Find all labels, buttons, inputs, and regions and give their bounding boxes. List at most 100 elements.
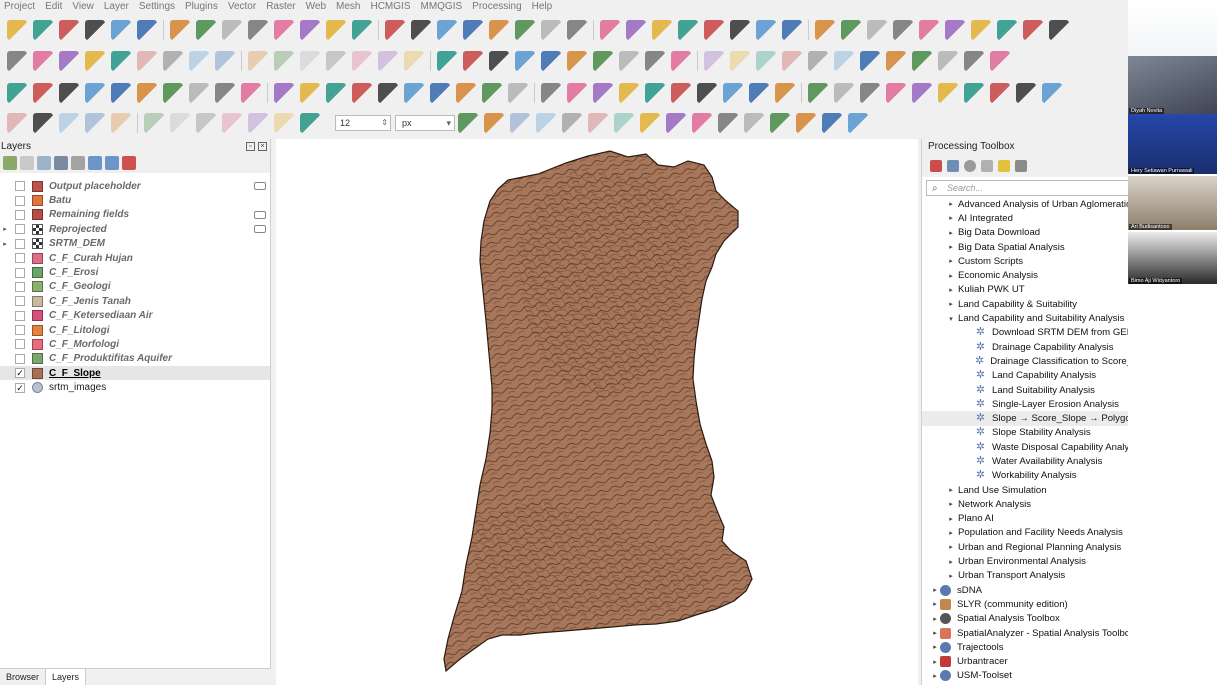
memory-layer-indicator-icon[interactable]	[254, 225, 266, 234]
tb1-tool-icon-28[interactable]	[730, 20, 750, 40]
expand-arrow-icon[interactable]: ▸	[946, 243, 956, 251]
tb3-tool-icon-14[interactable]	[352, 82, 372, 103]
memory-layer-indicator-icon[interactable]	[254, 182, 266, 191]
expand-all-icon[interactable]	[88, 156, 102, 170]
menu-plugins[interactable]: Plugins	[181, 0, 224, 13]
tb2-tool-icon-27[interactable]	[704, 51, 724, 71]
tb1-tool-icon-33[interactable]	[867, 20, 887, 40]
digitizing-tool-icon-2[interactable]	[484, 113, 504, 133]
digitizing-tool-icon-6[interactable]	[588, 113, 608, 133]
layer-row[interactable]: C_F_Jenis Tanah	[0, 294, 270, 308]
tb4-tool-icon-2[interactable]	[33, 113, 53, 133]
menu-vector[interactable]: Vector	[224, 0, 262, 13]
provider-group-item[interactable]: ▸ Kuliah PWK UT	[922, 283, 1128, 297]
results-viewer-icon[interactable]	[981, 160, 993, 172]
tb2-tool-icon-15[interactable]	[378, 51, 398, 71]
expand-arrow-icon[interactable]: ▸	[946, 214, 956, 222]
provider-group-item[interactable]: ▸ AI Integrated	[922, 211, 1128, 225]
layer-visibility-checkbox[interactable]	[15, 267, 25, 278]
digitizing-tool-icon-7[interactable]	[614, 113, 634, 133]
provider-group-item[interactable]: ▸ SpatialAnalyzer - Spatial Analysis Tool…	[922, 626, 1128, 640]
menu-layer[interactable]: Layer	[100, 0, 135, 13]
provider-group-item[interactable]: ▸ sDNA	[922, 583, 1128, 597]
provider-group-item[interactable]: ▸ Spatial Analysis Toolbox	[922, 612, 1128, 626]
tb1-tool-icon-4[interactable]	[85, 20, 105, 40]
tb1-tool-icon-1[interactable]	[7, 20, 27, 40]
layer-visibility-checkbox[interactable]	[15, 296, 25, 307]
digitizing-tool-icon-12[interactable]	[744, 113, 764, 133]
tb3-tool-icon-7[interactable]	[163, 82, 183, 103]
tb1-tool-icon-3[interactable]	[59, 20, 79, 40]
tb3-tool-icon-20[interactable]	[508, 82, 528, 103]
tb2-tool-icon-12[interactable]	[300, 51, 320, 71]
participant-video-tile[interactable]: Hery Setiawan Purnawali	[1128, 116, 1217, 174]
layer-visibility-checkbox[interactable]	[15, 195, 25, 206]
edit-features-in-place-icon[interactable]	[998, 160, 1010, 172]
provider-group-item[interactable]: ▸ Urban Environmental Analysis	[922, 554, 1128, 568]
close-panel-icon[interactable]: ×	[258, 141, 267, 151]
expand-arrow-icon[interactable]: ▸	[930, 658, 940, 666]
provider-group-item[interactable]: ▸ Trajectools	[922, 640, 1128, 654]
tb3-tool-icon-12[interactable]	[300, 82, 320, 103]
digitizing-tool-icon-15[interactable]	[822, 113, 842, 133]
layer-visibility-checkbox[interactable]	[15, 353, 25, 364]
memory-layer-indicator-icon[interactable]	[254, 210, 266, 219]
digitizing-tool-icon-9[interactable]	[666, 113, 686, 133]
provider-group-item[interactable]: ▸ Custom Scripts	[922, 254, 1128, 268]
layer-visibility-checkbox[interactable]	[15, 209, 25, 220]
tb4-tool-icon-5[interactable]	[111, 113, 131, 133]
remove-layer-icon[interactable]	[122, 156, 136, 170]
menu-processing[interactable]: Processing	[468, 0, 527, 13]
tb2-tool-icon-21[interactable]	[541, 51, 561, 71]
tb3-tool-icon-13[interactable]	[326, 82, 346, 103]
expand-arrow-icon[interactable]: ▸	[946, 543, 956, 551]
layer-visibility-checkbox[interactable]	[15, 339, 25, 350]
tb1-tool-icon-29[interactable]	[756, 20, 776, 40]
tb2-tool-icon-38[interactable]	[990, 51, 1010, 71]
tb3-tool-icon-38[interactable]	[990, 82, 1010, 103]
menu-hcmgis[interactable]: HCMGIS	[366, 0, 416, 13]
tb2-tool-icon-10[interactable]	[248, 51, 268, 71]
tb2-tool-icon-22[interactable]	[567, 51, 587, 71]
tb1-tool-icon-12[interactable]	[300, 20, 320, 40]
tb2-tool-icon-36[interactable]	[938, 51, 958, 71]
map-canvas[interactable]	[276, 139, 918, 685]
provider-group-item[interactable]: ▸ SLYR (community edition)	[922, 597, 1128, 611]
tb2-tool-icon-3[interactable]	[59, 51, 79, 71]
tb3-tool-icon-32[interactable]	[834, 82, 854, 103]
tb2-tool-icon-35[interactable]	[912, 51, 932, 71]
layer-row[interactable]: Remaining fields	[0, 208, 270, 222]
tb1-tool-icon-5[interactable]	[111, 20, 131, 40]
tb2-tool-icon-30[interactable]	[782, 51, 802, 71]
scripts-icon[interactable]	[947, 160, 959, 172]
tb3-tool-icon-2[interactable]	[33, 82, 53, 103]
tb3-tool-icon-39[interactable]	[1016, 82, 1036, 103]
layer-visibility-checkbox[interactable]	[15, 281, 25, 292]
tb1-tool-icon-38[interactable]	[997, 20, 1017, 40]
provider-group-item[interactable]: ▸ Big Data Spatial Analysis	[922, 240, 1128, 254]
expand-arrow-icon[interactable]: ▸	[930, 600, 940, 608]
digitizing-tool-icon-13[interactable]	[770, 113, 790, 133]
tb1-tool-icon-17[interactable]	[437, 20, 457, 40]
tb3-tool-icon-22[interactable]	[567, 82, 587, 103]
layer-row[interactable]: C_F_Geologi	[0, 280, 270, 294]
provider-group-item[interactable]: ▸ Urban and Regional Planning Analysis	[922, 540, 1128, 554]
toolbox-search-input[interactable]: ⌕ Search...	[926, 180, 1128, 196]
algorithm-item[interactable]: ✲ Water Availability Analysis	[922, 454, 1128, 468]
collapse-arrow-icon[interactable]: ▾	[946, 315, 956, 323]
tb3-tool-icon-16[interactable]	[404, 82, 424, 103]
algorithm-item[interactable]: ✲ Download SRTM DEM from GEE	[922, 326, 1128, 340]
tb3-tool-icon-17[interactable]	[430, 82, 450, 103]
tb3-tool-icon-19[interactable]	[482, 82, 502, 103]
expand-arrow-icon[interactable]: ▸	[946, 286, 956, 294]
manage-visibility-icon[interactable]	[37, 156, 51, 170]
provider-group-item[interactable]: ▸ Land Capability & Suitability	[922, 297, 1128, 311]
tb3-tool-icon-29[interactable]	[749, 82, 769, 103]
expand-arrow-icon[interactable]: ▸	[946, 200, 956, 208]
tb3-tool-icon-35[interactable]	[912, 82, 932, 103]
history-icon[interactable]	[964, 160, 976, 172]
tb2-tool-icon-9[interactable]	[215, 51, 235, 71]
expand-arrow-icon[interactable]: ▸	[946, 572, 956, 580]
expand-arrow-icon[interactable]: ▸	[946, 300, 956, 308]
tb1-tool-icon-6[interactable]	[137, 20, 157, 40]
